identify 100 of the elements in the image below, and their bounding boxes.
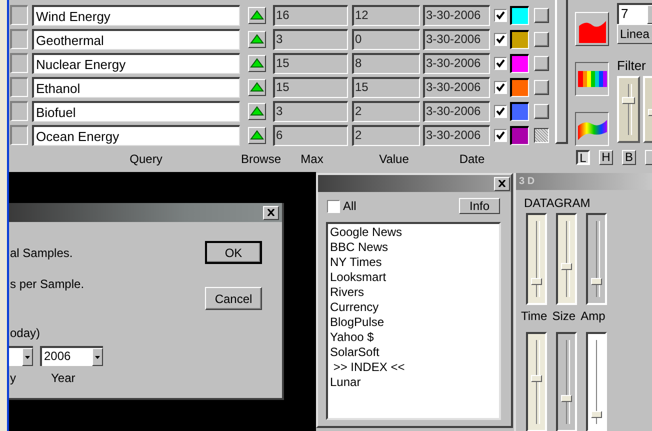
max-cell: 16 — [273, 4, 348, 26]
query-field[interactable]: Wind Energy — [32, 4, 240, 26]
slider-label: Size — [552, 309, 576, 323]
query-field[interactable]: Biofuel — [32, 100, 240, 122]
column-header: Browse — [240, 152, 282, 166]
list-item[interactable]: >> INDEX << — [330, 360, 497, 375]
mode-button[interactable]: H — [599, 150, 613, 165]
list-item[interactable]: Lunar — [330, 375, 497, 390]
style-button[interactable] — [575, 62, 609, 96]
browse-button[interactable] — [248, 54, 266, 72]
color-swatch[interactable] — [510, 102, 529, 120]
browse-button[interactable] — [248, 30, 266, 48]
color-swatch[interactable] — [510, 6, 529, 24]
row-cell — [10, 29, 28, 49]
vertical-slider[interactable] — [586, 332, 607, 431]
year-dropdown[interactable]: 2006 — [40, 346, 103, 366]
dialog-text: al Samples. — [10, 246, 74, 260]
date-cell: 3-30-2006 — [423, 28, 490, 50]
query-field[interactable]: Nuclear Energy — [32, 52, 240, 74]
browse-button[interactable] — [248, 78, 266, 96]
list-item[interactable]: BlogPulse — [330, 315, 497, 330]
color-swatch[interactable] — [510, 126, 529, 144]
list-item[interactable]: Google News — [330, 225, 497, 240]
max-cell: 3 — [273, 100, 348, 122]
column-header: Value — [378, 152, 410, 166]
info-button[interactable]: Info — [459, 198, 500, 214]
vertical-slider[interactable] — [586, 213, 607, 305]
row-cell — [10, 53, 28, 73]
color-swatch[interactable] — [510, 54, 529, 72]
column-header: Date — [458, 152, 486, 166]
checkbox[interactable] — [494, 8, 507, 22]
browse-button[interactable] — [248, 126, 266, 144]
list-item[interactable]: Yahoo $ — [330, 330, 497, 345]
value-cell: 2 — [352, 100, 420, 122]
checkbox[interactable] — [494, 56, 507, 70]
close-button[interactable] — [263, 206, 279, 220]
slider-label: Amp — [580, 309, 606, 323]
color-swatch[interactable] — [510, 78, 529, 96]
row-cell — [10, 125, 28, 145]
filter-label: Filter — [617, 58, 647, 73]
triangle-icon — [250, 34, 264, 44]
spin-field[interactable]: 7 — [617, 3, 652, 24]
query-field[interactable]: Ethanol — [32, 76, 240, 98]
triangle-icon — [250, 130, 264, 140]
checkbox[interactable] — [494, 32, 507, 46]
ok-button[interactable]: OK — [205, 241, 262, 264]
slider-label: Time — [521, 309, 548, 323]
row-cell — [10, 77, 28, 97]
checkbox-label: All — [343, 199, 356, 213]
vertical-slider[interactable] — [526, 213, 547, 305]
date-cell: 3-30-2006 — [423, 52, 490, 74]
max-cell: 3 — [273, 28, 348, 50]
browse-button[interactable] — [248, 102, 266, 120]
cancel-button[interactable]: Cancel — [205, 287, 262, 310]
max-cell: 15 — [273, 76, 348, 98]
query-field[interactable]: Ocean Energy — [32, 124, 240, 146]
list-item[interactable]: BBC News — [330, 240, 497, 255]
list-item[interactable]: Looksmart — [330, 270, 497, 285]
wave-spectrum-icon — [578, 118, 606, 140]
toggle-button[interactable] — [534, 128, 549, 142]
query-field[interactable]: Geothermal — [32, 28, 240, 50]
mode-button[interactable]: L — [576, 150, 590, 165]
list-item[interactable]: SolarSoft — [330, 345, 497, 360]
list-item[interactable]: Rivers — [330, 285, 497, 300]
max-cell: 6 — [273, 124, 348, 146]
browse-button[interactable] — [248, 6, 266, 24]
close-icon — [498, 180, 506, 187]
dialog-text: oday) — [10, 326, 42, 340]
color-swatch[interactable] — [510, 30, 529, 48]
date-cell: 3-30-2006 — [423, 124, 490, 146]
row-cell — [10, 101, 28, 121]
max-cell: 15 — [273, 52, 348, 74]
day-dropdown[interactable] — [9, 346, 33, 366]
value-cell: 2 — [352, 124, 420, 146]
date-cell: 3-30-2006 — [423, 4, 490, 26]
checkbox[interactable] — [494, 80, 507, 94]
list-item[interactable]: Currency — [330, 300, 497, 315]
scale-button[interactable]: Linea — [617, 24, 652, 44]
checkbox[interactable] — [327, 200, 340, 212]
checkbox[interactable] — [494, 104, 507, 118]
triangle-icon — [250, 10, 264, 20]
date-cell: 3-30-2006 — [423, 76, 490, 98]
vertical-slider[interactable] — [526, 332, 547, 431]
value-cell: 15 — [352, 76, 420, 98]
list-item[interactable]: NY Times — [330, 255, 497, 270]
filter-slider[interactable] — [617, 76, 640, 143]
vertical-slider[interactable] — [556, 332, 577, 431]
datagram-heading: DATAGRAM — [524, 196, 592, 210]
value-cell: 0 — [352, 28, 420, 50]
triangle-icon — [250, 106, 264, 116]
checkbox[interactable] — [494, 128, 507, 142]
vertical-slider[interactable] — [556, 213, 577, 305]
spectrum-icon — [578, 71, 606, 87]
date-cell: 3-30-2006 — [423, 100, 490, 122]
style-button[interactable] — [575, 112, 609, 146]
field-label: Year — [51, 371, 76, 385]
close-button[interactable] — [494, 176, 510, 190]
value-cell: 8 — [352, 52, 420, 74]
column-header: Max — [300, 152, 324, 166]
mode-button[interactable]: B — [622, 150, 636, 165]
